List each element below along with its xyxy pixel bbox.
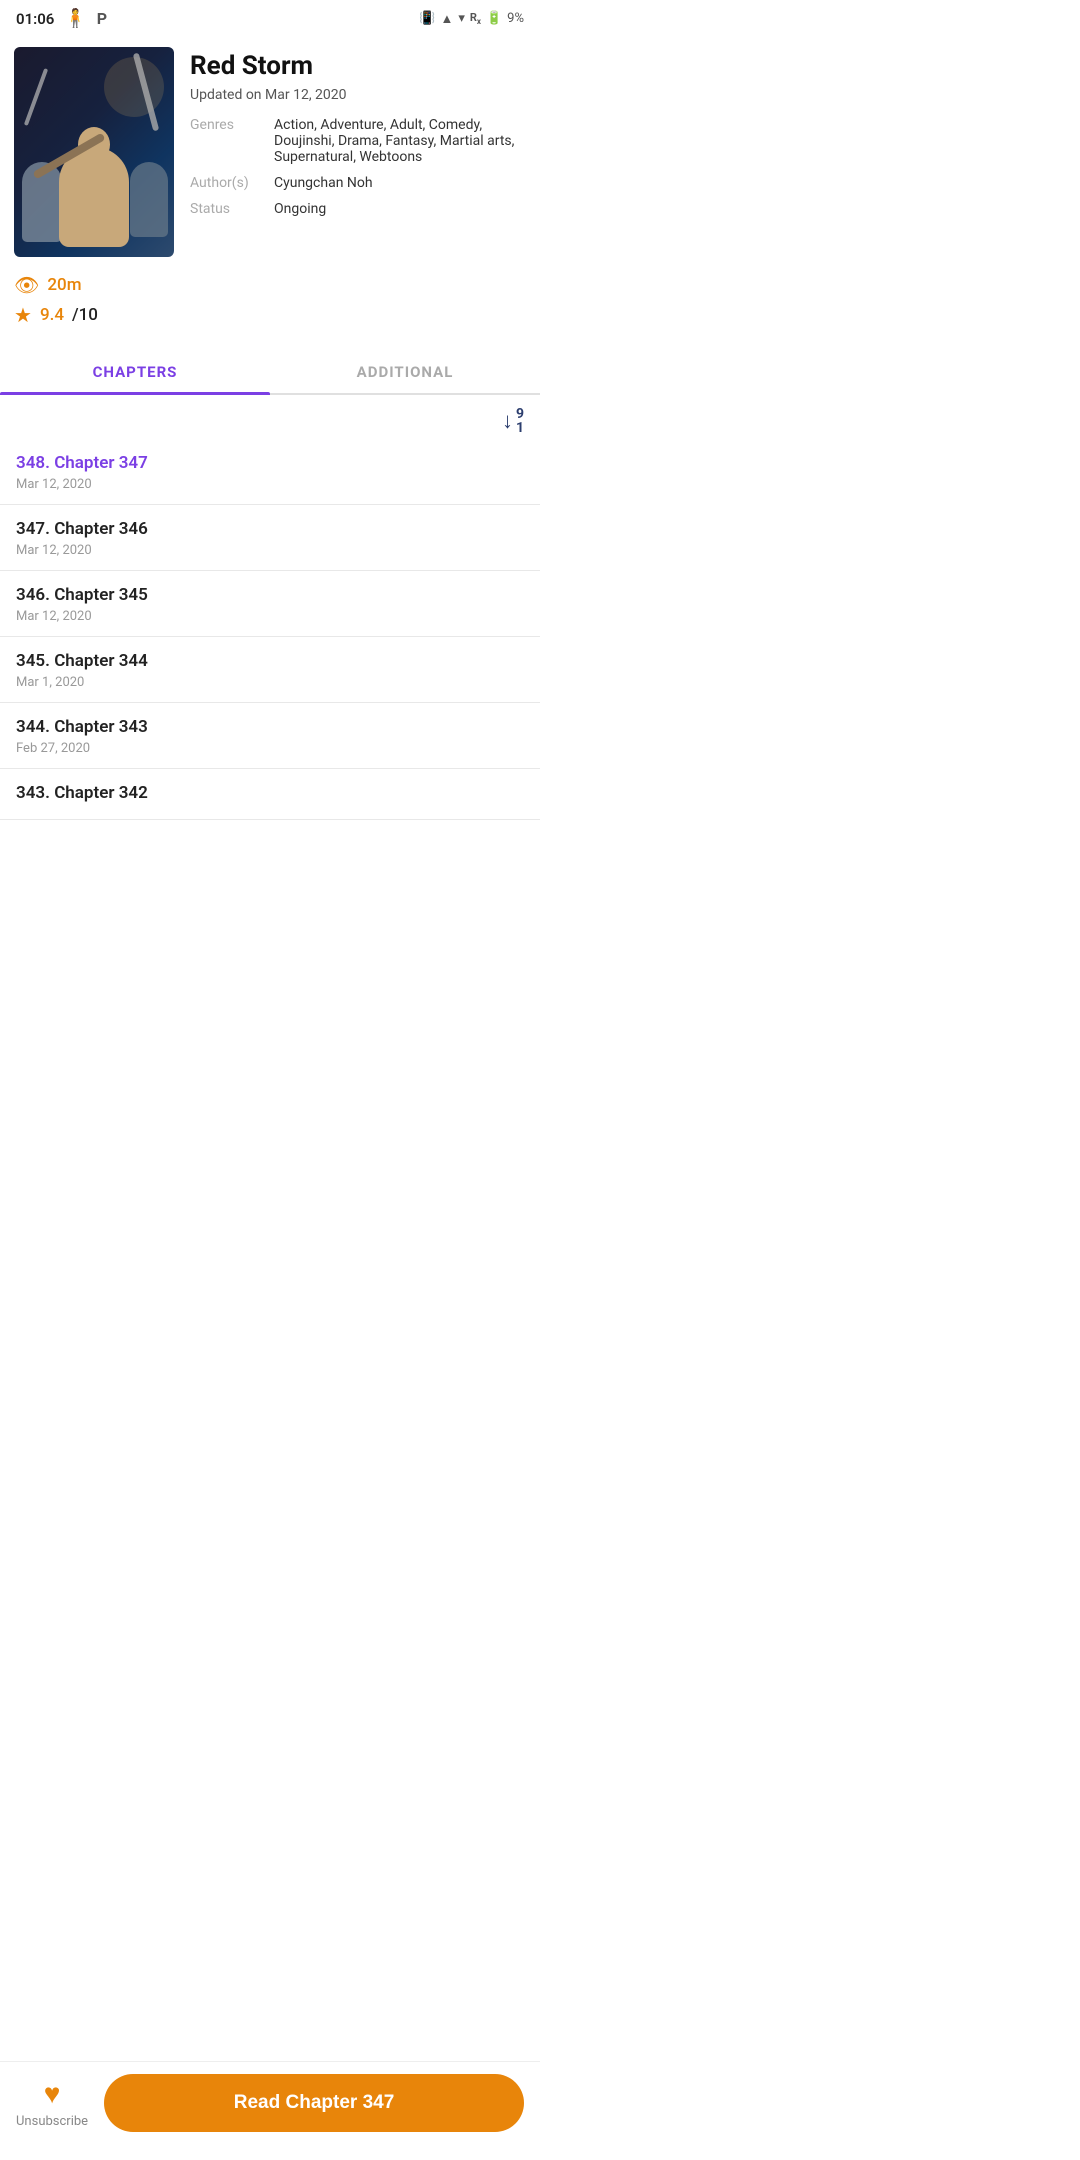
manga-title: Red Storm: [190, 51, 526, 81]
unsubscribe-button[interactable]: ♥ Unsubscribe: [16, 2077, 88, 2129]
genres-row: Genres Action, Adventure, Adult, Comedy,…: [190, 117, 526, 165]
chapter-list: 348. Chapter 347 Mar 12, 2020 347. Chapt…: [0, 439, 540, 820]
unsubscribe-label: Unsubscribe: [16, 2114, 88, 2129]
chapter-title-343: 343. Chapter 342: [16, 783, 524, 803]
chapter-title-346: 346. Chapter 345: [16, 585, 524, 605]
rating-max: /10: [72, 305, 98, 325]
rating-value: 9.4: [40, 305, 64, 325]
chapter-title-347: 347. Chapter 346: [16, 519, 524, 539]
network-icon: Rx: [470, 11, 481, 26]
sort-num-bottom: 1: [516, 421, 524, 435]
genres-value: Action, Adventure, Adult, Comedy, Doujin…: [274, 117, 526, 165]
chapter-date-344: Feb 27, 2020: [16, 741, 524, 756]
chapter-title-345: 345. Chapter 344: [16, 651, 524, 671]
read-chapter-button[interactable]: Read Chapter 347: [104, 2074, 524, 2132]
chapter-date-347: Mar 12, 2020: [16, 543, 524, 558]
views-count: 20m: [47, 275, 81, 295]
chapter-item-345[interactable]: 345. Chapter 344 Mar 1, 2020: [0, 637, 540, 703]
signal-icon: ▲: [440, 11, 453, 27]
chapter-date-345: Mar 1, 2020: [16, 675, 524, 690]
chapter-title-348: 348. Chapter 347: [16, 453, 524, 473]
heart-icon: ♥: [44, 2077, 61, 2110]
genres-label: Genres: [190, 117, 262, 133]
status-row: Status Ongoing: [190, 201, 526, 217]
status-label: Status: [190, 201, 262, 217]
rating-star-icon: ★: [14, 303, 32, 327]
manga-stats: 👁 20m ★ 9.4/10: [14, 273, 174, 327]
bottom-bar: ♥ Unsubscribe Read Chapter 347: [0, 2061, 540, 2160]
manga-cover: [14, 47, 174, 257]
chapter-item-347[interactable]: 347. Chapter 346 Mar 12, 2020: [0, 505, 540, 571]
chapter-date-348: Mar 12, 2020: [16, 477, 524, 492]
wifi-icon: ▾: [458, 11, 465, 26]
status-icons: 📳 ▲ ▾ Rx 🔋 9%: [419, 11, 524, 27]
manga-info: Red Storm Updated on Mar 12, 2020 Genres…: [190, 47, 526, 227]
person-icon: 🧍: [64, 8, 86, 29]
status-bar: 01:06 🧍 P 📳 ▲ ▾ Rx 🔋 9%: [0, 0, 540, 35]
chapter-date-346: Mar 12, 2020: [16, 609, 524, 624]
vibrate-icon: 📳: [419, 11, 435, 26]
sort-button[interactable]: ↓ 9 1: [502, 407, 524, 435]
chapter-item-348[interactable]: 348. Chapter 347 Mar 12, 2020: [0, 439, 540, 505]
manga-updated: Updated on Mar 12, 2020: [190, 87, 526, 103]
battery-percent: 9%: [507, 11, 524, 26]
sort-num-top: 9: [516, 407, 524, 421]
tab-additional[interactable]: ADDITIONAL: [270, 347, 540, 393]
sort-arrow-icon: ↓: [502, 408, 513, 434]
chapter-item-343[interactable]: 343. Chapter 342: [0, 769, 540, 820]
chapter-title-344: 344. Chapter 343: [16, 717, 524, 737]
patreon-icon: P: [97, 9, 107, 28]
chapter-item-346[interactable]: 346. Chapter 345 Mar 12, 2020: [0, 571, 540, 637]
manga-header: 👁 20m ★ 9.4/10 Red Storm Updated on Mar …: [0, 35, 540, 343]
author-row: Author(s) Cyungchan Noh: [190, 175, 526, 191]
chapter-item-344[interactable]: 344. Chapter 343 Feb 27, 2020: [0, 703, 540, 769]
status-time: 01:06: [16, 10, 54, 28]
tab-chapters[interactable]: CHAPTERS: [0, 347, 270, 393]
tabs: CHAPTERS ADDITIONAL: [0, 347, 540, 395]
author-label: Author(s): [190, 175, 262, 191]
battery-icon: 🔋: [486, 11, 502, 26]
manga-cover-wrap: 👁 20m ★ 9.4/10: [14, 47, 174, 327]
chapters-toolbar: ↓ 9 1: [0, 395, 540, 439]
views-eye-icon: 👁: [14, 273, 39, 297]
author-value: Cyungchan Noh: [274, 175, 526, 191]
status-value: Ongoing: [274, 201, 526, 217]
